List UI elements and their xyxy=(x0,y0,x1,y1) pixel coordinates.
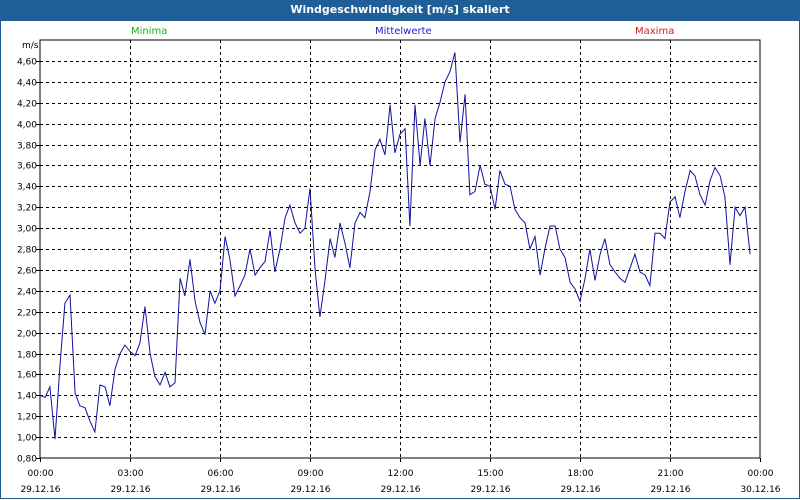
x-tick-time: 00:00 xyxy=(28,469,54,479)
y-tick-label: 3,60 xyxy=(17,162,37,172)
x-tick-time: 12:00 xyxy=(388,469,414,479)
line-chart: 0,80 1,00 1,20 1,40 1,60 1,80 2,00 2,20 2,40 2,60… xyxy=(17,39,781,495)
y-tick-label: 2,40 xyxy=(17,288,37,298)
y-tick-label: 2,60 xyxy=(17,267,37,277)
x-tick-date: 29.12.16 xyxy=(290,485,330,495)
x-tick-time: 21:00 xyxy=(658,469,684,479)
y-tick-label: 1,40 xyxy=(17,392,37,402)
x-tick-time: 03:00 xyxy=(118,469,144,479)
y-axis-unit: m/s xyxy=(22,41,39,51)
x-tick-date: 29.12.16 xyxy=(650,485,690,495)
y-tick-label: 1,60 xyxy=(17,371,37,381)
y-tick-label: 4,40 xyxy=(17,79,37,89)
x-tick-time: 00:00 xyxy=(748,469,774,479)
y-tick-label: 2,00 xyxy=(17,330,37,340)
x-tick-date: 29.12.16 xyxy=(470,485,510,495)
y-tick-label: 0,80 xyxy=(17,455,37,465)
x-tick-date: 30.12.16 xyxy=(740,485,780,495)
x-tick-time: 09:00 xyxy=(298,469,324,479)
y-tick-label: 1,80 xyxy=(17,351,37,361)
y-tick-label: 4,20 xyxy=(17,100,37,110)
y-tick-label: 4,00 xyxy=(17,121,37,131)
y-tick-label: 4,60 xyxy=(17,58,37,68)
series-line-mittelwerte xyxy=(39,52,751,440)
x-tick-date: 29.12.16 xyxy=(110,485,150,495)
y-tick-label: 3,00 xyxy=(17,225,37,235)
x-tick-time: 18:00 xyxy=(568,469,594,479)
x-tick-date: 29.12.16 xyxy=(200,485,240,495)
y-tick-label: 3,20 xyxy=(17,204,37,214)
x-tick-time: 15:00 xyxy=(478,469,504,479)
x-tick-date: 29.12.16 xyxy=(20,485,60,495)
y-tick-label: 1,20 xyxy=(17,413,37,423)
x-tick-time: 06:00 xyxy=(208,469,234,479)
y-tick-label: 2,80 xyxy=(17,246,37,256)
y-tick-label: 1,00 xyxy=(17,434,37,444)
y-tick-label: 3,80 xyxy=(17,142,37,152)
y-tick-label: 3,40 xyxy=(17,183,37,193)
x-tick-date: 29.12.16 xyxy=(380,485,420,495)
y-tick-label: 2,20 xyxy=(17,309,37,319)
x-tick-date: 29.12.16 xyxy=(560,485,600,495)
